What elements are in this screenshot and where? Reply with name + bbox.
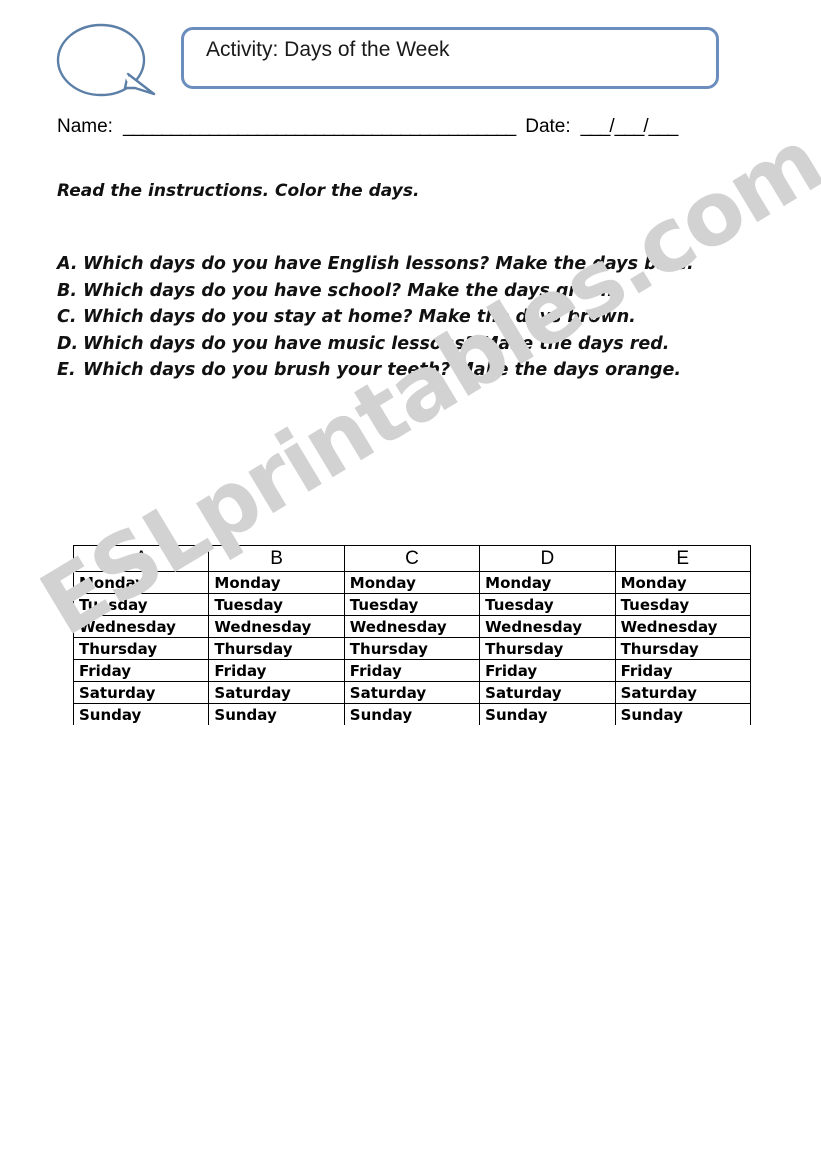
table-row: Saturday Saturday Saturday Saturday Saturday: [72, 681, 751, 704]
day-cell[interactable]: Wednesday: [343, 615, 481, 638]
day-cell[interactable]: Friday: [72, 659, 210, 682]
column-header: C: [343, 545, 481, 572]
date-month-rule[interactable]: ___: [615, 116, 645, 137]
day-cell[interactable]: Monday: [72, 571, 210, 594]
question-text: Which days do you stay at home? Make the…: [83, 307, 636, 328]
page-title: Activity: Days of the Week: [206, 38, 450, 61]
question-marker: B.: [57, 280, 77, 301]
days-table: ABCDE Monday Monday Monday Monday Monday Tues…: [72, 545, 751, 726]
date-day-rule[interactable]: ___: [581, 116, 611, 137]
speech-bubble-icon: [55, 22, 160, 102]
question-list: A. Which days do you have English lessons…: [57, 252, 712, 385]
day-cell[interactable]: Wednesday: [208, 615, 345, 638]
question-marker: A.: [57, 254, 78, 274]
column-header: A: [72, 545, 210, 572]
question-item: A. Which days do you have English lessons…: [57, 252, 712, 278]
table-row: Tuesday Tuesday Tuesday Tuesday Tuesday: [72, 593, 751, 616]
day-cell[interactable]: Tuesday: [72, 593, 210, 616]
day-cell[interactable]: Sunday: [614, 703, 751, 726]
day-cell[interactable]: Tuesday: [479, 593, 616, 616]
column-header: B: [208, 545, 345, 572]
day-cell[interactable]: Thursday: [208, 637, 345, 660]
day-cell[interactable]: Saturday: [72, 681, 210, 704]
question-text: Which days do you have school? Make the …: [83, 280, 620, 301]
worksheet-header: Activity: Days of the Week: [55, 22, 765, 102]
question-item: D. Which days do you have music lessons? …: [57, 332, 712, 358]
question-text: Which days do you have English lessons? …: [83, 254, 694, 274]
day-cell[interactable]: Friday: [479, 659, 616, 682]
day-cell[interactable]: Thursday: [614, 637, 751, 660]
date-label: Date:: [525, 116, 571, 137]
day-cell[interactable]: Thursday: [479, 637, 616, 660]
table-header-row: ABCDE: [72, 545, 751, 572]
day-cell[interactable]: Thursday: [343, 637, 481, 660]
day-cell[interactable]: Tuesday: [343, 593, 481, 616]
day-cell[interactable]: Wednesday: [614, 615, 751, 638]
day-cell[interactable]: Monday: [479, 571, 616, 594]
date-year-rule[interactable]: ___: [649, 116, 679, 137]
days-table-body: Monday Monday Monday Monday Monday Tuesday Tue…: [72, 571, 751, 726]
day-cell[interactable]: Friday: [208, 659, 345, 682]
day-cell[interactable]: Monday: [208, 571, 345, 594]
question-marker: D.: [57, 333, 79, 354]
name-date-row: Name: ___________________________________…: [57, 116, 757, 144]
day-cell[interactable]: Thursday: [72, 637, 210, 660]
table-row: Monday Monday Monday Monday Monday: [72, 571, 751, 594]
day-cell[interactable]: Friday: [343, 659, 481, 682]
question-item: C. Which days do you stay at home? Make t…: [57, 305, 712, 331]
day-cell[interactable]: Sunday: [208, 703, 345, 726]
day-cell[interactable]: Friday: [614, 659, 751, 682]
day-cell[interactable]: Tuesday: [614, 593, 751, 616]
day-cell[interactable]: Saturday: [343, 681, 481, 704]
day-cell[interactable]: Sunday: [72, 703, 210, 726]
intro-instruction: Read the instructions. Color the days.: [57, 181, 420, 201]
column-header: E: [614, 545, 751, 572]
question-item: E. Which days do you brush your teeth? Ma…: [57, 358, 712, 384]
question-text: Which days do you have music lessons? Ma…: [83, 333, 670, 354]
question-item: B. Which days do you have school? Make th…: [57, 279, 712, 305]
day-cell[interactable]: Tuesday: [208, 593, 345, 616]
question-text: Which days do you brush your teeth? Make…: [83, 360, 682, 381]
table-row: Sunday Sunday Sunday Sunday Sunday: [72, 703, 751, 726]
worksheet-page: Activity: Days of the Week Name: ________…: [0, 0, 821, 1169]
day-cell[interactable]: Sunday: [343, 703, 481, 726]
days-table-head: ABCDE: [72, 545, 751, 572]
table-row: Thursday Thursday Thursday Thursday Thursday: [72, 637, 751, 660]
title-box: Activity: Days of the Week: [181, 27, 719, 89]
day-cell[interactable]: Monday: [343, 571, 481, 594]
day-cell[interactable]: Saturday: [614, 681, 751, 704]
name-input-rule[interactable]: ________________________________________…: [123, 116, 516, 137]
day-cell[interactable]: Sunday: [479, 703, 616, 726]
day-cell[interactable]: Monday: [614, 571, 751, 594]
name-label: Name:: [57, 116, 113, 137]
table-row: Friday Friday Friday Friday Friday: [72, 659, 751, 682]
column-header: D: [479, 545, 616, 572]
question-marker: C.: [57, 307, 77, 328]
day-cell[interactable]: Saturday: [208, 681, 345, 704]
day-cell[interactable]: Saturday: [479, 681, 616, 704]
day-cell[interactable]: Wednesday: [72, 615, 210, 638]
day-cell[interactable]: Wednesday: [479, 615, 616, 638]
question-marker: E.: [57, 360, 76, 381]
table-row: Wednesday Wednesday Wednesday Wednesday Wedn…: [72, 615, 751, 638]
